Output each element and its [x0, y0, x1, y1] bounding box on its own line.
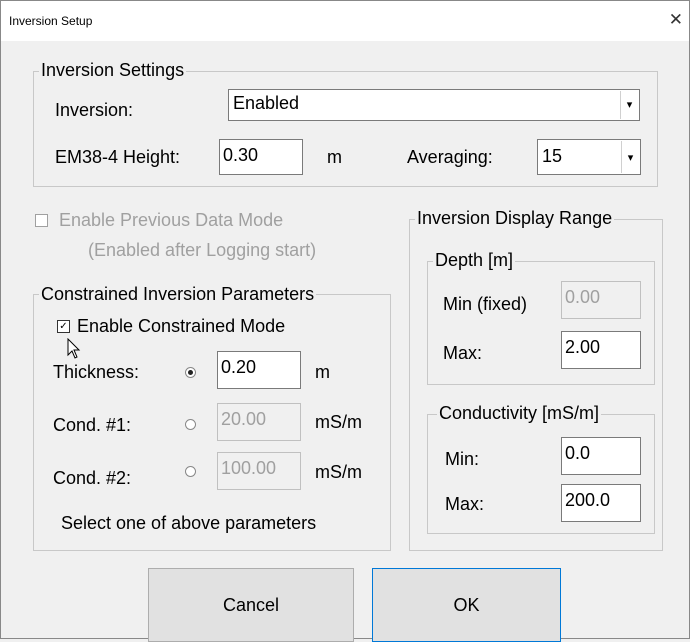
cond2-input[interactable]: 100.00 [217, 452, 301, 490]
chevron-down-icon[interactable]: ▾ [620, 91, 638, 119]
height-unit: m [327, 147, 342, 167]
inversion-label: Inversion: [55, 100, 134, 120]
cancel-button[interactable]: Cancel [148, 568, 354, 642]
display-range-legend: Inversion Display Range [415, 208, 615, 228]
cond2-label: Cond. #2: [53, 468, 132, 488]
constrained-legend: Constrained Inversion Parameters [39, 284, 317, 304]
depth-min-label: Min (fixed) [443, 294, 528, 314]
averaging-label: Averaging: [407, 147, 493, 167]
thickness-input[interactable]: 0.20 [217, 351, 301, 389]
height-label: EM38-4 Height: [55, 147, 181, 167]
averaging-select-value: 15 [542, 146, 563, 166]
thickness-unit: m [315, 362, 330, 382]
cancel-button-label: Cancel [222, 595, 280, 615]
cond-max-label: Max: [445, 494, 485, 514]
previous-data-checkbox[interactable] [35, 214, 48, 227]
mouse-cursor-icon [67, 338, 81, 359]
enable-constrained-checkbox[interactable]: ✓ [57, 320, 70, 333]
previous-data-note: (Enabled after Logging start) [88, 240, 317, 260]
cond-min-label: Min: [445, 449, 480, 469]
inversion-select[interactable]: Enabled ▾ [228, 89, 640, 121]
height-input[interactable]: 0.30 [219, 139, 303, 175]
cond1-radio[interactable] [185, 419, 196, 430]
ok-button[interactable]: OK [372, 568, 561, 642]
cond2-radio[interactable] [185, 466, 196, 477]
inversion-setup-dialog: Inversion Setup ✕ Inversion Settings Inv… [0, 0, 690, 642]
inversion-select-value: Enabled [233, 93, 300, 113]
chevron-down-icon[interactable]: ▾ [621, 141, 639, 173]
previous-data-label: Enable Previous Data Mode [59, 210, 284, 230]
window-title: Inversion Setup [9, 14, 93, 28]
cond2-unit: mS/m [315, 462, 362, 482]
inversion-settings-legend: Inversion Settings [39, 60, 187, 80]
averaging-select[interactable]: 15 ▾ [537, 139, 641, 175]
depth-legend: Depth [m] [433, 250, 516, 270]
cond1-unit: mS/m [315, 412, 362, 432]
thickness-radio[interactable] [185, 367, 196, 378]
cond-min-input[interactable]: 0.0 [561, 437, 641, 475]
cond-max-input[interactable]: 200.0 [561, 484, 641, 522]
depth-max-input[interactable]: 2.00 [561, 331, 641, 369]
conductivity-legend: Conductivity [mS/m] [437, 403, 602, 423]
cond1-label: Cond. #1: [53, 415, 132, 435]
depth-min-input[interactable]: 0.00 [561, 281, 641, 319]
enable-constrained-label: Enable Constrained Mode [77, 316, 286, 336]
depth-max-label: Max: [443, 343, 483, 363]
thickness-label: Thickness: [53, 362, 140, 382]
close-icon[interactable]: ✕ [669, 10, 683, 30]
cond1-input[interactable]: 20.00 [217, 403, 301, 441]
ok-button-label: OK [453, 595, 480, 615]
constrained-hint: Select one of above parameters [61, 513, 317, 533]
title-bar: Inversion Setup ✕ [1, 1, 689, 41]
